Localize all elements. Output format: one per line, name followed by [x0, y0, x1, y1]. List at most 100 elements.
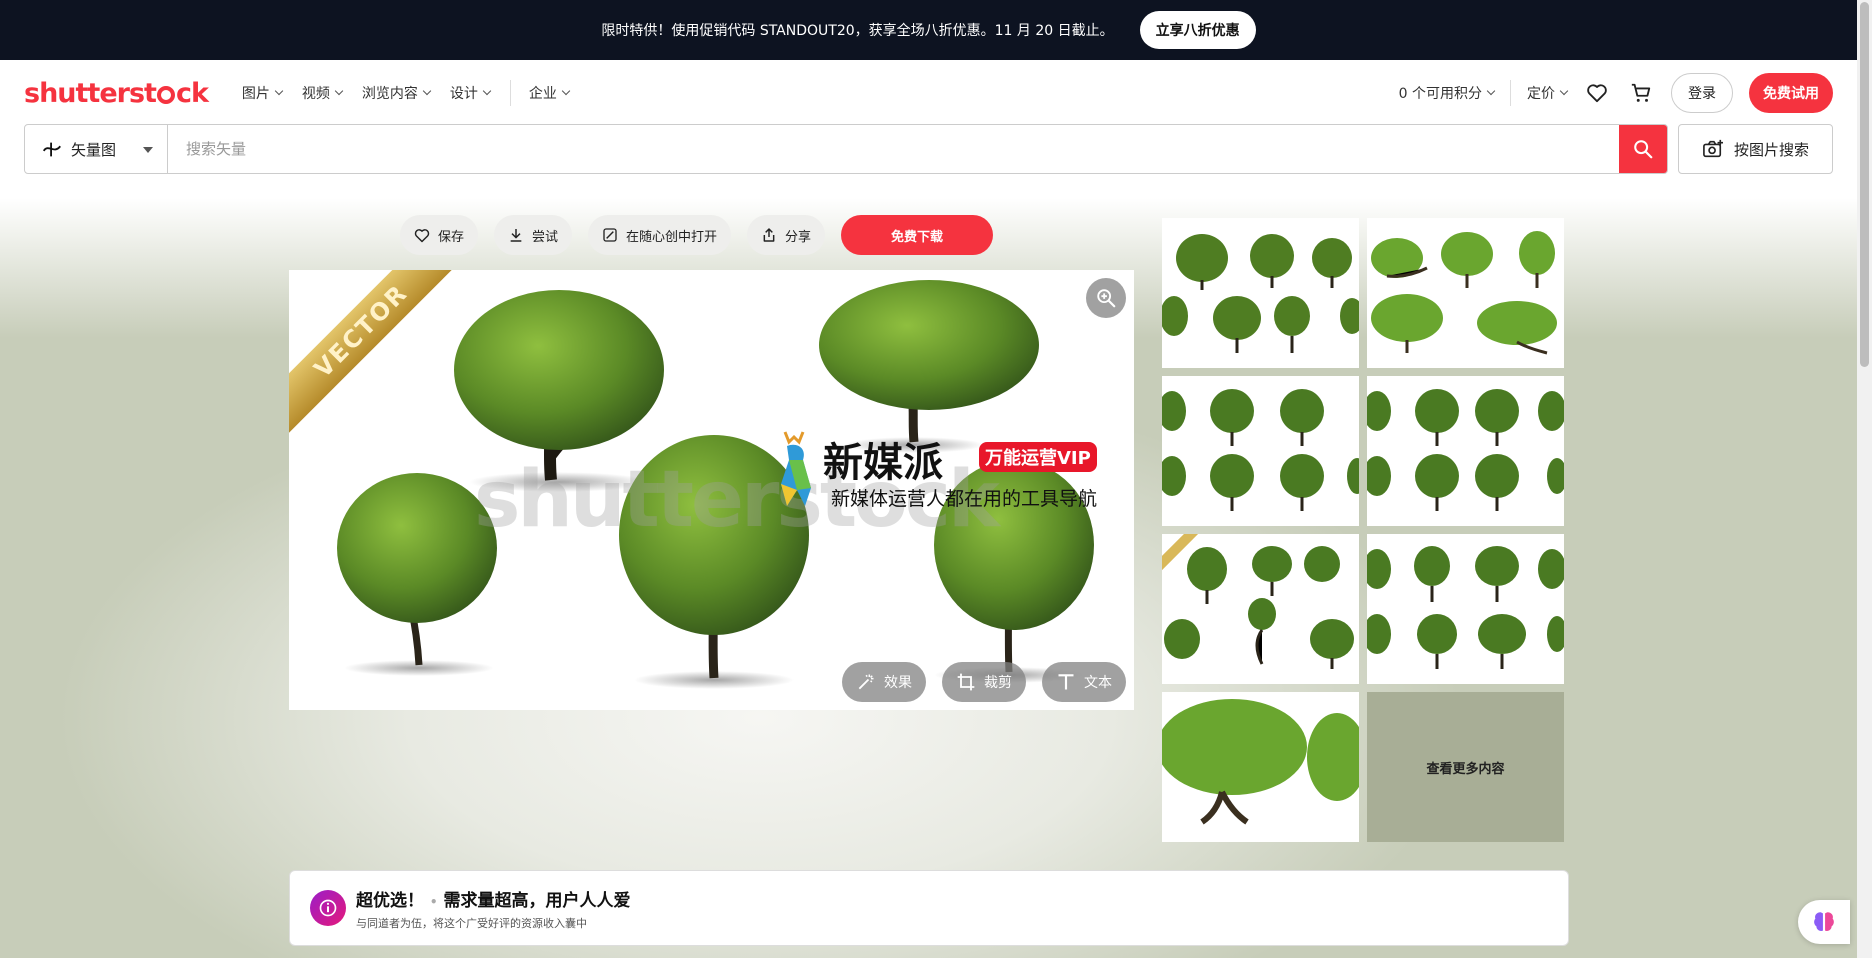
search-icon	[1634, 140, 1653, 159]
nav-videos[interactable]: 视频	[301, 83, 344, 103]
effects-button[interactable]: 效果	[842, 662, 926, 702]
try-button[interactable]: 尝试	[494, 215, 573, 255]
thumbnail[interactable]	[1367, 218, 1564, 368]
credits-dropdown[interactable]: 0 个可用积分	[1399, 83, 1496, 103]
nav-images[interactable]: 图片	[242, 83, 284, 103]
nav-enterprise[interactable]: 企业	[528, 83, 571, 103]
open-in-create-button[interactable]: 在随心创中打开	[588, 215, 732, 255]
try-label: 尝试	[532, 229, 559, 245]
overlay-title: 新媒派	[823, 439, 943, 486]
site-header: shutterst ck 图片 视频 浏览内容 设计 企业 0 个可用积分 定价 …	[0, 60, 1857, 178]
search-type-label: 矢量图	[71, 140, 117, 159]
cart-icon	[1631, 83, 1651, 102]
text-label: 文本	[1084, 675, 1112, 691]
see-more-label: 查看更多内容	[1426, 761, 1505, 777]
trees-thumbnail	[1367, 546, 1564, 669]
nav-divider	[509, 80, 511, 106]
scrollbar-thumb[interactable]	[1860, 2, 1869, 367]
crop-button[interactable]: 裁剪	[942, 662, 1026, 702]
trees-thumbnail	[1162, 389, 1359, 511]
asset-detail: 保存 尝试 在随心创中打开 分享 免费下载 VECTOR shutterstoc…	[0, 198, 1857, 958]
share-icon	[763, 228, 775, 242]
edit-tools: 效果 裁剪 文本	[842, 662, 1126, 702]
vector-pen-icon	[42, 142, 61, 157]
chevron-down-icon	[334, 86, 344, 96]
trees-thumbnail	[1162, 699, 1359, 825]
trees-thumbnail	[1371, 231, 1557, 355]
login-button[interactable]: 登录	[1671, 73, 1733, 113]
thumbnail[interactable]	[1367, 376, 1564, 526]
page-scrollbar[interactable]	[1857, 0, 1872, 958]
download-icon	[510, 229, 522, 242]
brain-icon	[1814, 912, 1834, 931]
free-download-button[interactable]: 免费下载	[841, 215, 994, 255]
logo-o-mark	[156, 85, 175, 104]
thumbnail[interactable]	[1162, 534, 1359, 684]
action-bar: 保存 尝试 在随心创中打开 分享 免费下载	[400, 215, 994, 255]
assistant-button[interactable]	[1798, 900, 1850, 944]
free-trial-button[interactable]: 免费试用	[1749, 73, 1833, 113]
nav-enterprise-label: 企业	[528, 86, 557, 102]
save-label: 保存	[438, 229, 465, 245]
pick-heading: 超优选！ • 需求量超高，用户人人爱	[356, 886, 631, 911]
logo-text-end: ck	[175, 77, 209, 109]
pick-headline: 需求量超高，用户人人爱	[443, 890, 631, 911]
open-in-create-label: 在随心创中打开	[626, 229, 718, 245]
heart-icon	[414, 228, 430, 242]
search-input[interactable]	[168, 125, 1619, 173]
promo-banner: 限时特供！使用促销代码 STANDOUT20，获享全场八折优惠。11 月 20 …	[0, 0, 1857, 60]
chevron-down-icon	[1486, 86, 1496, 96]
thumbnail[interactable]	[1367, 534, 1564, 684]
nav-divider	[1510, 80, 1511, 106]
heart-icon	[1587, 84, 1607, 103]
caret-down-icon	[143, 147, 153, 153]
share-label: 分享	[785, 229, 812, 245]
chevron-down-icon	[422, 86, 432, 96]
see-more-tile[interactable]: 查看更多内容	[1367, 692, 1564, 842]
chevron-down-icon	[482, 86, 492, 96]
image-search-label: 按图片搜索	[1733, 140, 1809, 159]
nav-browse-label: 浏览内容	[361, 86, 418, 102]
nav-videos-label: 视频	[301, 86, 330, 102]
search-button[interactable]	[1619, 125, 1667, 173]
preview-image[interactable]: VECTOR shutterstock 新媒派 万能运营VIP 新媒体运营人都在…	[289, 270, 1134, 710]
pick-subtitle: 与同道者为伍，将这个广受好评的资源收入囊中	[356, 916, 587, 930]
search-box: 矢量图	[24, 124, 1668, 174]
search-type-select[interactable]: 矢量图	[25, 125, 168, 173]
chevron-down-icon	[274, 86, 284, 96]
deer-logo-icon	[781, 431, 811, 506]
trees-thumbnail	[1367, 389, 1564, 511]
logo-text-start: shutterst	[24, 77, 157, 109]
nav-right: 0 个可用积分 定价 登录 免费试用	[1399, 73, 1833, 113]
search-row: 矢量图 按图片搜索	[24, 124, 1833, 174]
cart-button[interactable]	[1627, 79, 1655, 107]
thumbnail[interactable]	[1162, 218, 1359, 368]
crop-label: 裁剪	[984, 675, 1012, 691]
zoom-in-icon	[1097, 289, 1116, 308]
pricing-dropdown[interactable]: 定价	[1527, 83, 1569, 103]
pick-title: 超优选！	[356, 890, 424, 911]
zoom-button[interactable]	[1086, 278, 1126, 318]
editors-pick-card: 超优选！ • 需求量超高，用户人人爱 与同道者为伍，将这个广受好评的资源收入囊中	[289, 870, 1569, 946]
image-search-button[interactable]: 按图片搜索	[1678, 124, 1833, 174]
thumbnail[interactable]	[1162, 692, 1359, 842]
share-button[interactable]: 分享	[747, 215, 826, 255]
magic-wand-icon	[858, 674, 874, 690]
text-button[interactable]: 文本	[1042, 662, 1126, 702]
crop-icon	[957, 673, 975, 691]
overlay-subtitle: 新媒体运营人都在用的工具导航	[831, 488, 1098, 510]
favorites-button[interactable]	[1583, 79, 1611, 107]
chevron-down-icon	[1559, 86, 1569, 96]
nav-row: shutterst ck 图片 视频 浏览内容 设计 企业 0 个可用积分 定价 …	[24, 70, 1833, 116]
thumbnail[interactable]	[1162, 376, 1359, 526]
text-icon	[1058, 674, 1074, 690]
nav-design[interactable]: 设计	[449, 83, 492, 103]
nav-browse[interactable]: 浏览内容	[361, 83, 432, 103]
pricing-label: 定价	[1527, 86, 1555, 102]
logo[interactable]: shutterst ck	[24, 77, 209, 109]
related-thumbnails: 查看更多内容	[1162, 218, 1565, 842]
camera-plus-icon	[1703, 139, 1723, 158]
promo-button[interactable]: 立享八折优惠	[1139, 11, 1256, 49]
save-button[interactable]: 保存	[400, 215, 479, 255]
nav-design-label: 设计	[449, 86, 478, 102]
